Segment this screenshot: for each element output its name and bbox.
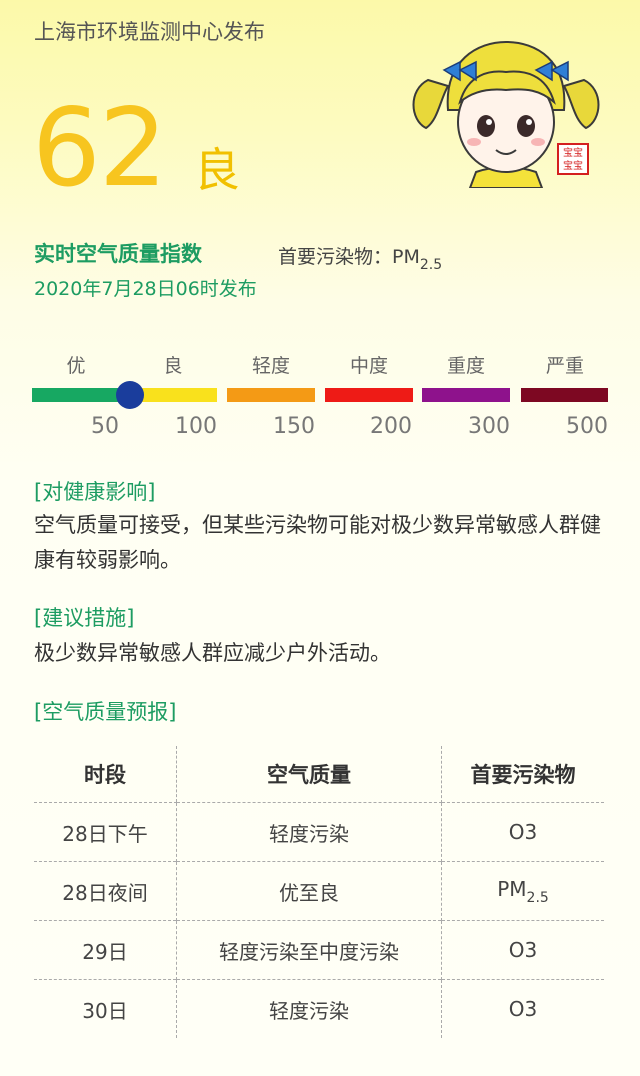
- forecast-header-row: 时段 空气质量 首要污染物: [34, 746, 604, 803]
- realtime-aqi-label: 实时空气质量指数: [34, 242, 202, 266]
- pollutant-main: O3: [508, 938, 538, 962]
- aqi-value: 62: [32, 86, 167, 211]
- girl-mascot-icon: 宝宝 宝宝: [412, 40, 600, 188]
- threshold-500: 500: [566, 414, 608, 439]
- cell-period: 29日: [34, 920, 177, 980]
- forecast-heading: [空气质量预报]: [34, 700, 177, 724]
- cell-quality: 优至良: [176, 861, 442, 921]
- forecast-table: 时段 空气质量 首要污染物 28日下午 轻度污染 O3 28日夜间 优至良 PM…: [34, 746, 604, 1038]
- cell-pollutant: O3: [441, 979, 604, 1038]
- col-header-pollutant: 首要污染物: [441, 746, 604, 803]
- aqi-level: 良: [194, 143, 240, 197]
- pollutant-main: PM: [392, 246, 420, 268]
- col-header-period: 时段: [34, 746, 177, 803]
- advice-heading: [建议措施]: [34, 606, 135, 630]
- col-header-quality: 空气质量: [176, 746, 442, 803]
- scale-bar-heavy: [422, 388, 510, 402]
- aqi-indicator-dot: [116, 381, 145, 409]
- scale-bar-severe: [521, 388, 608, 402]
- cell-period: 28日夜间: [34, 861, 177, 921]
- pollutant-prefix: 首要污染物：: [278, 246, 393, 268]
- cell-pollutant: O3: [441, 920, 604, 980]
- scale-label-severe: 严重: [545, 355, 584, 377]
- scale-bar-light: [227, 388, 315, 402]
- publish-timestamp: 2020年7月28日06时发布: [34, 278, 257, 300]
- threshold-100: 100: [175, 414, 217, 439]
- health-impact-heading: [对健康影响]: [34, 480, 156, 504]
- table-row: 30日 轻度污染 O3: [34, 979, 604, 1038]
- pollutant-sub: 2.5: [526, 889, 549, 906]
- pollutant-main: O3: [508, 997, 538, 1021]
- scale-label-good: 良: [163, 355, 183, 377]
- primary-pollutant: 首要污染物：PM2.5: [278, 242, 442, 273]
- cell-quality: 轻度污染至中度污染: [176, 920, 442, 980]
- pollutant-main: PM: [497, 876, 527, 901]
- scale-bar-moderate: [325, 388, 413, 402]
- threshold-50: 50: [91, 414, 119, 439]
- cell-quality: 轻度污染: [176, 979, 442, 1038]
- table-row: 28日夜间 优至良 PM2.5: [34, 861, 604, 921]
- pollutant-sub: 2.5: [419, 257, 443, 273]
- cell-period: 30日: [34, 979, 177, 1038]
- advice-text: 极少数异常敏感人群应减少户外活动。: [34, 641, 391, 665]
- threshold-300: 300: [468, 414, 510, 439]
- scale-label-heavy: 重度: [446, 355, 485, 377]
- table-row: 28日下午 轻度污染 O3: [34, 802, 605, 862]
- svg-text:宝宝: 宝宝: [563, 146, 583, 159]
- scale-label-moderate: 中度: [349, 355, 388, 377]
- cell-period: 28日下午: [62, 821, 148, 846]
- scale-label-light: 轻度: [251, 355, 290, 377]
- publisher-label: 上海市环境监测中心发布: [34, 20, 265, 44]
- cell-pollutant: PM2.5: [441, 861, 604, 921]
- threshold-200: 200: [370, 414, 412, 439]
- scale-bar-excellent: [32, 388, 119, 402]
- pollutant-main: O3: [508, 820, 538, 844]
- cell-pollutant: O3: [442, 803, 605, 862]
- table-row: 29日 轻度污染至中度污染 O3: [34, 920, 604, 980]
- svg-text:宝宝: 宝宝: [563, 159, 583, 172]
- cell-quality: 轻度污染: [176, 802, 442, 862]
- threshold-150: 150: [273, 414, 315, 439]
- scale-label-excellent: 优: [66, 355, 86, 377]
- health-impact-text: 空气质量可接受，但某些污染物可能对极少数异常敏感人群健康有较弱影响。: [34, 513, 601, 572]
